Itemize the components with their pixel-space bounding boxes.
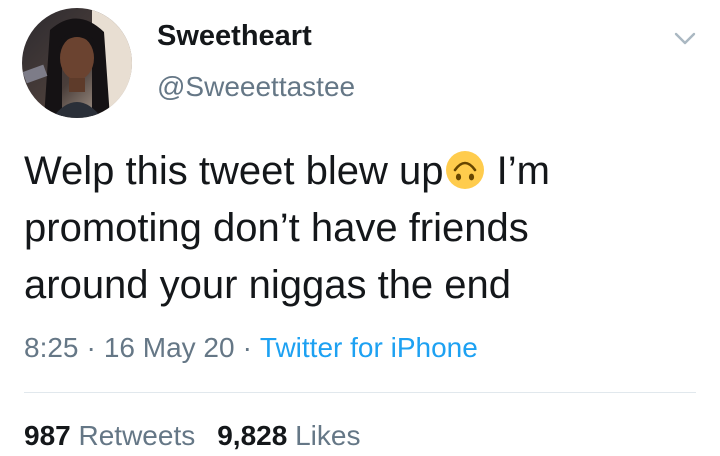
more-options-button[interactable] xyxy=(670,24,700,54)
likes-stat[interactable]: 9,828 Likes xyxy=(217,420,360,451)
meta-separator: · xyxy=(86,332,96,363)
tweet-text-part-1: Welp this tweet blew up xyxy=(24,149,444,193)
divider xyxy=(24,392,696,393)
retweet-label: Retweets xyxy=(78,420,196,451)
tweet-meta: 8:25 · 16 May 20 · Twitter for iPhone xyxy=(24,332,478,364)
like-label: Likes xyxy=(295,420,361,451)
tweet-date[interactable]: 16 May 20 xyxy=(104,332,235,363)
like-count: 9,828 xyxy=(217,420,288,451)
tweet-source-link[interactable]: Twitter for iPhone xyxy=(260,332,478,363)
tweet-time[interactable]: 8:25 xyxy=(24,332,79,363)
avatar-photo xyxy=(22,8,132,118)
avatar[interactable] xyxy=(22,8,132,118)
retweets-stat[interactable]: 987 Retweets xyxy=(24,420,195,451)
tweet-text: Welp this tweet blew up I’m promoting do… xyxy=(24,143,664,314)
upside-down-face-emoji xyxy=(446,151,485,189)
tweet-stats: 987 Retweets 9,828 Likes xyxy=(24,420,360,452)
user-handle[interactable]: @Sweeettastee xyxy=(157,71,355,103)
chevron-down-icon xyxy=(674,32,696,45)
display-name[interactable]: Sweetheart xyxy=(157,20,312,53)
retweet-count: 987 xyxy=(24,420,71,451)
meta-separator: · xyxy=(242,332,252,363)
tweet-card: Sweetheart @Sweeettastee Welp this tweet… xyxy=(0,0,720,456)
